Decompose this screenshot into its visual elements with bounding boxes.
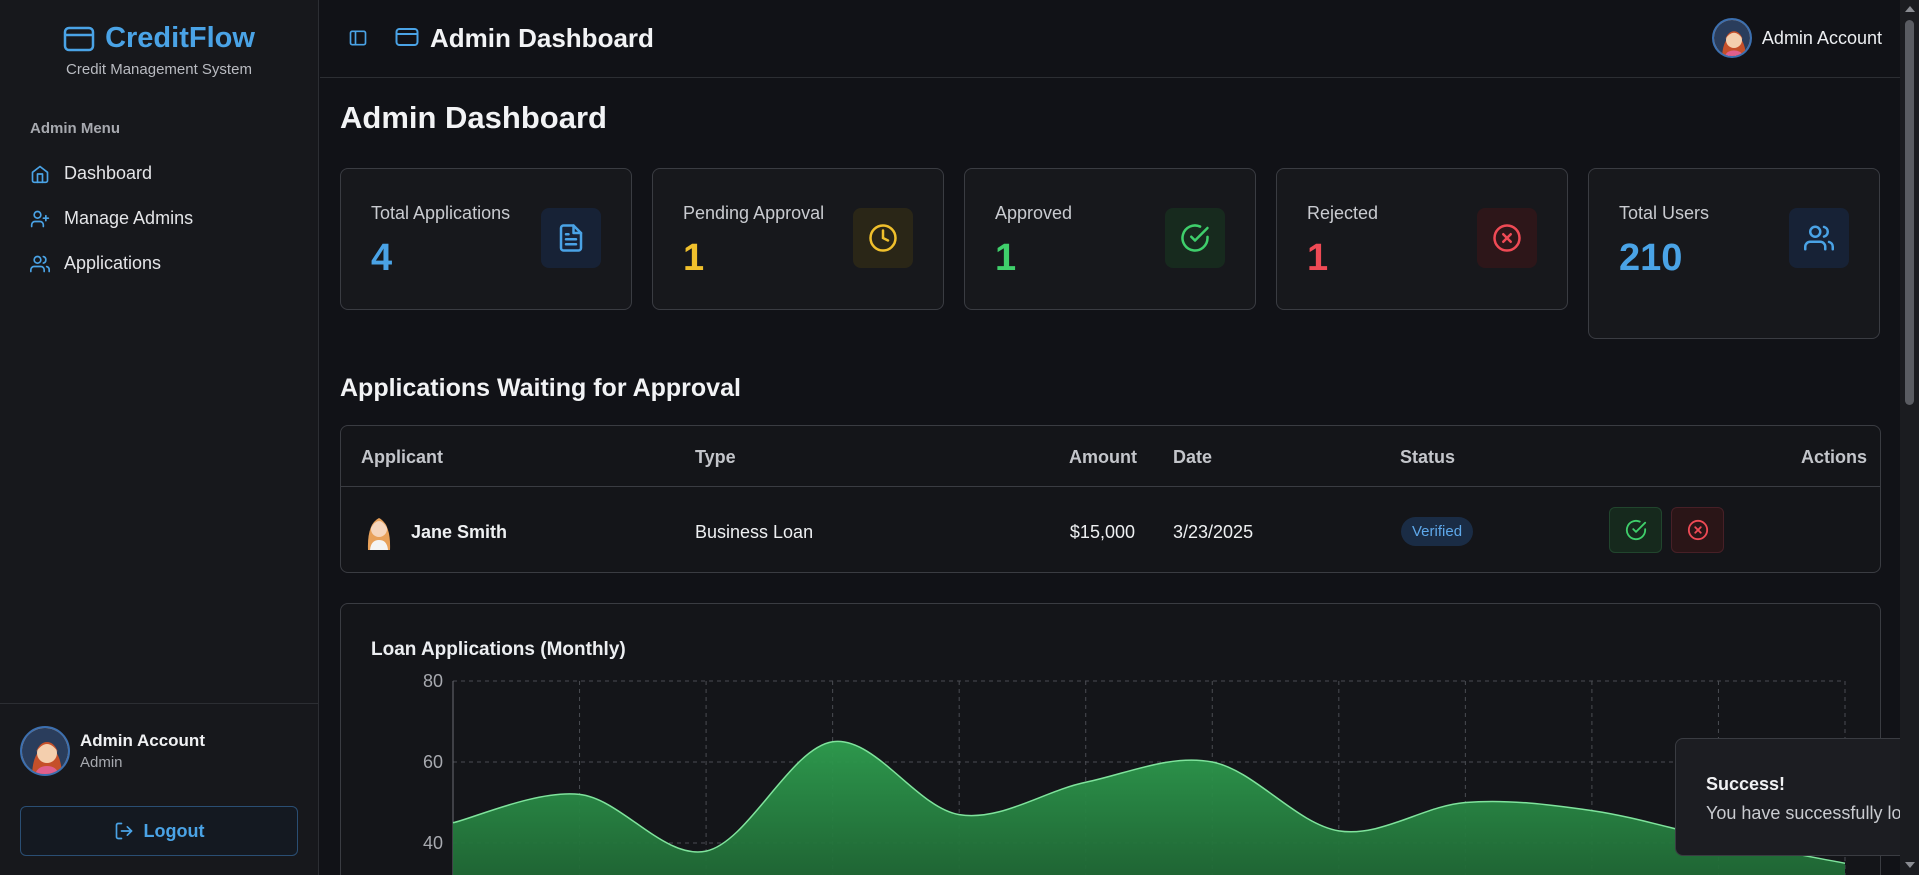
column-header-date: Date <box>1173 447 1213 467</box>
home-icon <box>31 165 49 183</box>
stat-label: Total Users <box>1619 203 1710 223</box>
sidebar-item-dashboard[interactable]: Dashboard <box>30 151 193 196</box>
users-icon <box>30 255 50 272</box>
column-header-type: Type <box>695 447 736 467</box>
stat-value: 210 <box>1619 237 1683 279</box>
stat-label: Total Applications <box>371 203 511 223</box>
chart-y-tick-label: 80 <box>423 671 443 691</box>
credit-card-icon <box>395 28 419 46</box>
stat-card-rejected: Rejected 1 <box>1276 168 1568 310</box>
applications-table: Applicant Type Amount Date Status Action… <box>340 425 1881 573</box>
column-header-applicant: Applicant <box>361 447 444 467</box>
chart-y-tick-label: 40 <box>423 833 443 853</box>
success-toast[interactable]: Success! You have successfully logged in… <box>1675 738 1919 856</box>
loan-type: Business Loan <box>695 522 814 542</box>
x-circle-icon <box>1477 208 1537 268</box>
reject-button[interactable] <box>1671 507 1724 553</box>
document-icon <box>541 208 601 268</box>
logout-icon <box>115 822 132 840</box>
page-scrollbar[interactable] <box>1900 0 1919 875</box>
application-date: 3/23/2025 <box>1173 522 1254 542</box>
x-circle-icon <box>1687 519 1708 541</box>
stat-card-total-applications: Total Applications 4 <box>340 168 632 310</box>
column-header-status: Status <box>1400 447 1456 467</box>
section-title: Applications Waiting for Approval <box>340 374 741 402</box>
loan-amount: $15,000 <box>1069 522 1135 542</box>
brand-subtitle: Credit Management System <box>66 61 252 78</box>
credit-card-icon <box>63 26 95 51</box>
check-circle-icon <box>1625 519 1646 541</box>
sidebar: CreditFlow Credit Management System Admi… <box>0 0 319 875</box>
top-header: Admin Dashboard Admin Account <box>320 0 1900 78</box>
sidebar-toggle-icon[interactable] <box>348 28 368 48</box>
table-header: Applicant Type Amount Date Status Action… <box>341 426 1880 487</box>
sidebar-item-manage-admins[interactable]: Manage Admins <box>30 196 193 241</box>
check-circle-icon <box>1165 208 1225 268</box>
logout-button[interactable]: Logout <box>20 806 298 856</box>
header-user-name: Admin Account <box>1761 27 1882 48</box>
chart-y-tick-label: 60 <box>423 752 443 772</box>
loan-applications-chart: Loan Applications (Monthly) 80 60 40 <box>340 603 1881 875</box>
stat-value: 1 <box>683 237 705 279</box>
sidebar-footer: Admin Account Admin Logout <box>0 703 319 875</box>
stat-label: Approved <box>995 203 1073 223</box>
header-user-menu[interactable]: Admin Account <box>1711 18 1882 58</box>
page-title: Admin Dashboard <box>340 100 607 135</box>
status-badge: Verified <box>1401 517 1474 546</box>
sidebar-item-label: Dashboard <box>64 163 153 183</box>
stat-card-pending-approval: Pending Approval 1 <box>652 168 944 310</box>
stat-card-total-users: Total Users 210 <box>1588 168 1880 339</box>
user-plus-icon <box>30 210 50 227</box>
users-icon <box>1789 208 1849 268</box>
stat-value: 1 <box>1307 237 1329 279</box>
sidebar-item-label: Applications <box>64 253 162 273</box>
menu-title: Admin Menu <box>30 120 120 137</box>
sidebar-menu: Dashboard Manage Admins Applications <box>30 151 193 286</box>
toast-title: Success! <box>1706 774 1786 794</box>
brand: CreditFlow Credit Management System <box>0 0 318 78</box>
clock-icon <box>853 208 913 268</box>
scroll-up-arrow[interactable] <box>1905 6 1915 12</box>
stat-card-approved: Approved 1 <box>964 168 1256 310</box>
chart-plot: 80 60 40 <box>423 671 1846 875</box>
avatar <box>1711 18 1752 58</box>
sidebar-item-label: Manage Admins <box>64 208 194 228</box>
sidebar-user-role: Admin <box>80 754 123 771</box>
stat-label: Pending Approval <box>683 203 825 223</box>
header-title: Admin Dashboard <box>430 23 654 53</box>
approve-button[interactable] <box>1609 507 1662 553</box>
column-header-amount: Amount <box>1069 447 1137 467</box>
column-header-actions: Actions <box>1801 447 1868 467</box>
avatar <box>20 726 70 776</box>
stat-value: 1 <box>995 237 1017 279</box>
scroll-down-arrow[interactable] <box>1905 862 1915 868</box>
brand-name: CreditFlow <box>105 22 255 54</box>
applicant-name: Jane Smith <box>411 522 508 542</box>
scroll-thumb[interactable] <box>1905 20 1914 405</box>
sidebar-user-name: Admin Account <box>80 731 205 750</box>
toast-message: You have successfully logged in. <box>1706 803 1918 823</box>
logout-label: Logout <box>143 820 205 841</box>
sidebar-user-card: Admin Account Admin <box>20 726 205 776</box>
stat-label: Rejected <box>1307 203 1379 223</box>
stat-value: 4 <box>371 237 393 279</box>
sidebar-item-applications[interactable]: Applications <box>30 241 193 286</box>
avatar <box>365 512 393 550</box>
chart-area-series <box>453 741 1845 875</box>
